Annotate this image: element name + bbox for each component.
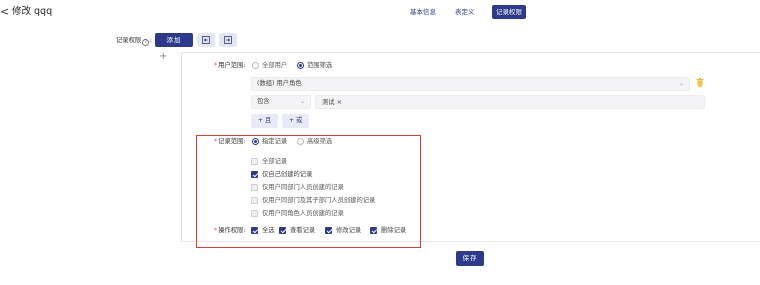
checkbox-same-dept-records[interactable] (251, 184, 258, 191)
import-icon (202, 36, 210, 44)
back-icon[interactable]: < (0, 6, 9, 18)
radio-all-users-label: 全部用户 (262, 62, 288, 69)
record-scope-label-text: 记录范围: (218, 138, 246, 145)
radio-advanced-filter-label: 高级筛选 (307, 138, 333, 145)
checkbox-dept-and-sub-records[interactable] (251, 197, 258, 204)
checkbox-same-dept-records-label: 仅用户同部门人员创建的记录 (262, 184, 344, 191)
checkbox-own-records[interactable] (251, 171, 258, 178)
checkbox-select-all-label: 全选 (262, 227, 275, 234)
value-tag-input[interactable]: 测试 × (315, 95, 705, 109)
checkbox-all-records[interactable] (251, 158, 258, 165)
checkbox-view-records[interactable] (279, 227, 286, 234)
record-permission-label: 记录权限?: (116, 37, 152, 46)
export-icon (224, 36, 232, 44)
required-mark: * (214, 138, 218, 145)
checkbox-delete-records-label: 删除记录 (381, 227, 407, 234)
checkbox-same-role-records[interactable] (251, 210, 258, 217)
radio-range-filter-label: 范围筛选 (307, 62, 333, 69)
checkbox-same-role-records-label: 仅用户同角色人员创建的记录 (262, 210, 344, 217)
field-select-value: (数组) 用户角色 (257, 80, 302, 87)
tab-table-definition[interactable]: 表定义 (452, 5, 478, 19)
export-button[interactable] (219, 33, 237, 47)
import-button[interactable] (197, 33, 215, 47)
radio-advanced-filter[interactable] (297, 138, 304, 145)
radio-all-users[interactable] (252, 62, 259, 69)
page-title: 修改 qqq (12, 6, 53, 17)
save-button[interactable]: 保存 (456, 251, 484, 266)
radio-range-filter[interactable] (297, 62, 304, 69)
checkbox-all-records-label: 全部记录 (262, 158, 288, 165)
value-tag[interactable]: 测试 × (322, 98, 342, 107)
user-scope-label-text: 用户范围: (218, 62, 246, 69)
radio-specified-records[interactable] (252, 138, 259, 145)
required-mark: * (214, 62, 218, 69)
tab-record-permission[interactable]: 记录权限 (492, 5, 526, 19)
record-scope-label: *记录范围: (214, 137, 245, 146)
checkbox-own-records-label: 仅自己创建的记录 (262, 171, 313, 178)
required-mark: * (214, 227, 218, 234)
add-button[interactable]: 添加 (155, 33, 193, 47)
checkbox-select-all[interactable] (251, 227, 258, 234)
add-and-condition-button[interactable]: + 且 (251, 114, 278, 128)
user-scope-label: *用户范围: (214, 61, 245, 70)
chevron-down-icon: ⌄ (299, 98, 305, 105)
tab-basic-info[interactable]: 基本信息 (407, 5, 439, 19)
checkbox-edit-records[interactable] (325, 227, 332, 234)
operations-label: *操作权限: (214, 226, 245, 235)
add-rule-icon[interactable]: + (159, 52, 167, 62)
help-icon[interactable]: ? (142, 39, 150, 46)
record-permission-label-text: 记录权限 (116, 37, 142, 44)
operator-select-value: 包含 (257, 98, 270, 105)
add-or-condition-button[interactable]: + 或 (282, 114, 309, 128)
operator-select[interactable]: 包含 ⌄ (251, 95, 311, 109)
operations-label-text: 操作权限: (218, 227, 246, 234)
checkbox-dept-and-sub-records-label: 仅用户同部门及其子部门人员创建的记录 (262, 197, 376, 204)
radio-specified-records-label: 指定记录 (262, 138, 288, 145)
trash-icon[interactable] (696, 78, 704, 87)
chevron-down-icon: ⌄ (678, 80, 684, 87)
checkbox-edit-records-label: 修改记录 (336, 227, 362, 234)
field-select[interactable]: (数组) 用户角色 ⌄ (251, 77, 690, 91)
checkbox-delete-records[interactable] (370, 227, 377, 234)
checkbox-view-records-label: 查看记录 (290, 227, 316, 234)
